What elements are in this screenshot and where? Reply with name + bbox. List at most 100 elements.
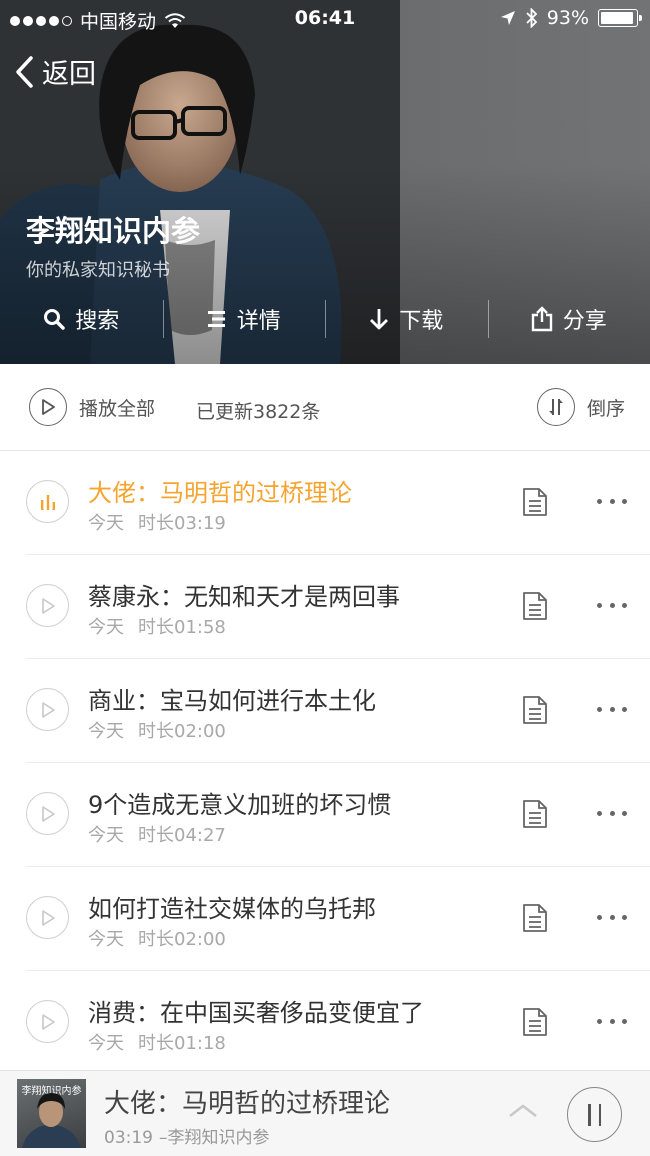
search-button[interactable]: 搜索 (0, 296, 163, 342)
share-icon (531, 306, 552, 332)
episode-duration: 时长02:00 (138, 929, 226, 950)
list-icon (207, 311, 225, 327)
sort-icon (536, 388, 575, 426)
download-icon (370, 309, 389, 330)
mini-player[interactable]: 李翔知识内参 大佬：马明哲的过桥理论 03:19 –李翔知识内参 (0, 1070, 650, 1156)
location-arrow-icon (500, 11, 515, 25)
episode-transcript-button[interactable] (522, 799, 548, 833)
download-label: 下载 (399, 309, 444, 334)
episode-more-button[interactable] (597, 1009, 627, 1033)
now-playing-source: –李翔知识内参 (159, 1128, 270, 1148)
play-icon (41, 701, 55, 718)
play-icon (41, 597, 55, 614)
now-playing-info: 03:19 –李翔知识内参 (104, 1123, 270, 1148)
episode-title[interactable]: 如何打造社交媒体的乌托邦 (88, 889, 376, 924)
header-actions: 搜索 详情 下载 分享 (0, 296, 650, 342)
episode-transcript-button[interactable] (522, 591, 548, 625)
pause-icon-bar (588, 1103, 591, 1126)
episode-more-button[interactable] (597, 905, 627, 929)
episode-transcript-button[interactable] (522, 903, 548, 937)
cover-portrait (22, 1093, 81, 1148)
details-label: 详情 (236, 309, 281, 334)
episode-transcript-button[interactable] (522, 695, 548, 729)
episode-title[interactable]: 大佬：马明哲的过桥理论 (88, 473, 352, 508)
episode-title[interactable]: 9个造成无意义加班的坏习惯 (88, 785, 391, 820)
pause-icon-bar (598, 1103, 601, 1126)
episode-row[interactable]: 大佬：马明哲的过桥理论 今天 时长03:19 (0, 451, 650, 555)
episode-row[interactable]: 9个造成无意义加班的坏习惯 今天 时长04:27 (0, 763, 650, 867)
episode-transcript-button[interactable] (522, 487, 548, 521)
episode-row[interactable]: 如何打造社交媒体的乌托邦 今天 时长02:00 (0, 867, 650, 971)
status-bar: 中国移动 06:41 93% (0, 0, 650, 38)
play-all-icon (29, 388, 67, 426)
update-count: 已更新3822条 (196, 401, 321, 423)
episode-more-button[interactable] (597, 593, 627, 617)
episode-date: 今天 (88, 513, 124, 534)
episode-date: 今天 (88, 721, 124, 742)
expand-player-button[interactable] (507, 1101, 539, 1123)
album-cover[interactable]: 李翔知识内参 (17, 1079, 86, 1148)
episode-duration: 时长02:00 (138, 721, 226, 742)
episode-title[interactable]: 商业：宝马如何进行本土化 (88, 681, 376, 716)
pause-button[interactable] (567, 1087, 622, 1142)
download-button[interactable]: 下载 (325, 296, 488, 342)
episode-date: 今天 (88, 825, 124, 846)
play-icon (41, 1013, 55, 1030)
episode-date: 今天 (88, 929, 124, 950)
search-label: 搜索 (75, 309, 120, 334)
chevron-left-icon (16, 55, 33, 88)
play-all-label: 播放全部 (79, 397, 156, 420)
chevron-up-icon (509, 1104, 537, 1117)
album-title: 李翔知识内参 (26, 214, 201, 248)
episode-list: 大佬：马明哲的过桥理论 今天 时长03:19 蔡康永：无知和天才是两回事 今天 时长… (0, 451, 650, 1075)
header-hero: 中国移动 06:41 93% 返回 李翔知识内参 你的私家知识秘书 搜索 详情 … (0, 0, 650, 364)
album-subtitle: 你的私家知识秘书 (26, 260, 170, 281)
episode-duration: 时长01:58 (138, 617, 226, 638)
episode-more-button[interactable] (597, 489, 627, 513)
bluetooth-icon (526, 8, 538, 28)
episode-play-button[interactable] (26, 688, 69, 731)
episode-row[interactable]: 蔡康永：无知和天才是两回事 今天 时长01:58 (0, 555, 650, 659)
back-button[interactable]: 返回 (14, 52, 96, 91)
episode-title[interactable]: 消费：在中国买奢侈品变便宜了 (88, 993, 424, 1028)
play-all-button[interactable]: 播放全部 (29, 388, 155, 426)
episode-transcript-button[interactable] (522, 1007, 548, 1041)
episode-date: 今天 (88, 1033, 124, 1054)
now-playing-elapsed: 03:19 (104, 1128, 153, 1148)
equalizer-icon (40, 494, 55, 510)
document-icon (523, 1008, 547, 1036)
episode-meta: 今天 时长04:27 (88, 821, 226, 847)
back-label: 返回 (42, 59, 96, 90)
episode-row[interactable]: 商业：宝马如何进行本土化 今天 时长02:00 (0, 659, 650, 763)
status-right: 93% (500, 7, 642, 29)
episode-date: 今天 (88, 617, 124, 638)
list-toolbar: 播放全部 已更新3822条 倒序 (0, 364, 650, 451)
episode-meta: 今天 时长02:00 (88, 925, 226, 951)
episode-play-button[interactable] (26, 896, 69, 939)
episode-meta: 今天 时长02:00 (88, 717, 226, 743)
episode-meta: 今天 时长01:18 (88, 1029, 226, 1055)
episode-play-button[interactable] (26, 792, 69, 835)
episode-meta: 今天 时长03:19 (88, 509, 226, 535)
episode-more-button[interactable] (597, 801, 627, 825)
episode-play-button[interactable] (26, 1000, 69, 1043)
episode-duration: 时长03:19 (138, 513, 226, 534)
episode-row[interactable]: 消费：在中国买奢侈品变便宜了 今天 时长01:18 (0, 971, 650, 1075)
battery-percent: 93% (546, 7, 589, 29)
now-playing-title: 大佬：马明哲的过桥理论 (104, 1089, 391, 1119)
sort-order-button[interactable]: 倒序 (536, 388, 625, 426)
document-icon (523, 696, 547, 724)
battery-fill (601, 12, 633, 24)
episode-meta: 今天 时长01:58 (88, 613, 226, 639)
document-icon (523, 488, 547, 516)
episode-play-button[interactable] (26, 584, 69, 627)
episode-play-button[interactable] (26, 480, 69, 523)
episode-title[interactable]: 蔡康永：无知和天才是两回事 (88, 577, 400, 612)
play-icon (41, 909, 55, 926)
details-button[interactable]: 详情 (162, 296, 326, 342)
episode-more-button[interactable] (597, 697, 627, 721)
share-label: 分享 (562, 309, 607, 334)
share-button[interactable]: 分享 (487, 296, 650, 342)
episode-duration: 时长01:18 (138, 1033, 226, 1054)
document-icon (523, 904, 547, 932)
